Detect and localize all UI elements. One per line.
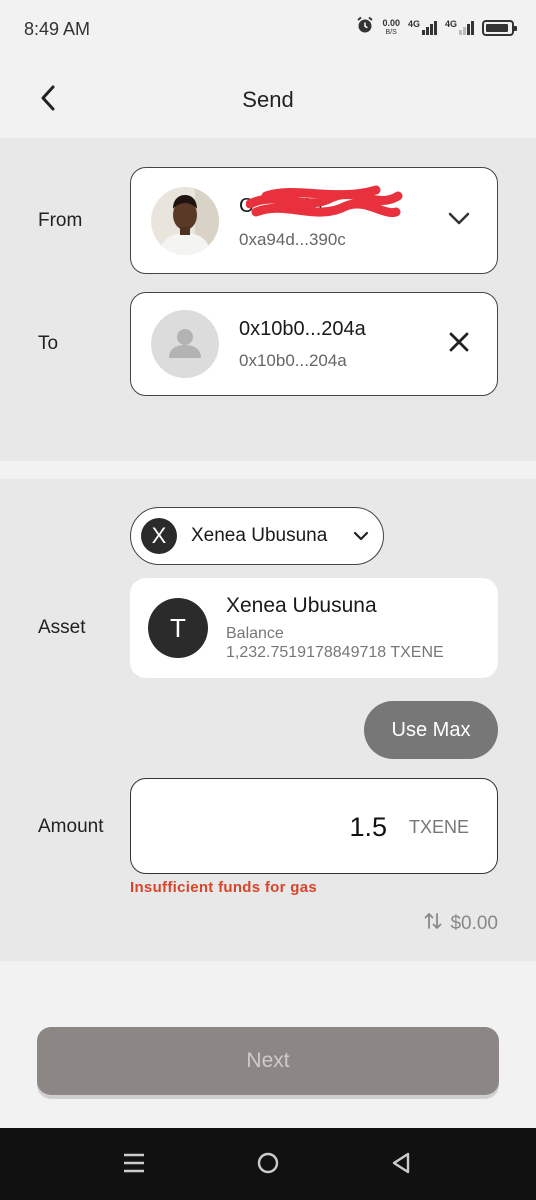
- amount-value: 1.5: [349, 812, 387, 842]
- signal-strength-icon-2: 4G: [444, 18, 474, 35]
- balance-value: 1,232.7519178849718 TXENE: [226, 644, 444, 661]
- network-speed: 0.00 B/S: [382, 17, 400, 37]
- asset-label: Asset: [38, 617, 86, 638]
- accounts-section: From C 24... 0xa94d...390c To 0x10b0...2…: [0, 138, 536, 461]
- chevron-down-icon: [448, 212, 470, 231]
- header: Send: [0, 62, 536, 138]
- menu-button[interactable]: [117, 1148, 151, 1182]
- battery-icon: [482, 19, 517, 36]
- amount-input[interactable]: 1.5 TXENE: [130, 778, 498, 874]
- system-navbar: [0, 1128, 536, 1200]
- page-title: Send: [242, 87, 294, 112]
- alarm-icon: [356, 16, 374, 39]
- network-speed-unit: B/S: [385, 28, 397, 36]
- amount-label: Amount: [38, 816, 104, 837]
- asset-name: Xenea Ubusuna: [226, 594, 377, 617]
- to-label: To: [38, 333, 59, 354]
- amount-unit: TXENE: [408, 817, 469, 837]
- fiat-conversion[interactable]: $0.00: [424, 911, 498, 937]
- to-recipient-address: 0x10b0...204a: [239, 351, 347, 370]
- use-max-button[interactable]: Use Max: [364, 701, 498, 759]
- error-message: Insufficient funds for gas: [130, 879, 317, 896]
- clear-recipient-button[interactable]: [443, 328, 475, 360]
- status-time: 8:49 AM: [24, 19, 91, 39]
- swap-arrows-icon: [424, 911, 442, 937]
- close-icon: [448, 331, 470, 358]
- network-speed-value: 0.00: [382, 17, 400, 28]
- home-circle-icon: [256, 1151, 280, 1180]
- chevron-down-icon: [353, 528, 369, 546]
- redaction-scribble: [246, 185, 403, 218]
- balance-label: Balance: [226, 625, 284, 642]
- to-recipient-name: 0x10b0...204a: [239, 318, 366, 340]
- signal-strength-icon: 4G: [407, 18, 437, 35]
- home-button[interactable]: [251, 1148, 285, 1182]
- triangle-back-icon: [391, 1152, 411, 1179]
- from-account-selector[interactable]: C 24... 0xa94d...390c: [130, 167, 498, 274]
- asset-selector-label: Xenea Ubusuna: [191, 525, 328, 546]
- from-dropdown-button[interactable]: [443, 205, 475, 237]
- asset-section: X Xenea Ubusuna Asset T Xenea Ubusuna Ba…: [0, 479, 536, 961]
- signal-label: 4G: [407, 18, 420, 29]
- person-icon: [151, 310, 219, 378]
- status-bar: 8:49 AM 0.00 B/S 4G 4G: [0, 0, 536, 62]
- token-icon: X: [141, 518, 177, 554]
- menu-icon: [123, 1153, 145, 1178]
- avatar: [151, 187, 219, 255]
- to-recipient-card[interactable]: 0x10b0...204a 0x10b0...204a: [130, 292, 498, 396]
- status-icons: 0.00 B/S 4G 4G: [356, 16, 517, 39]
- token-avatar: T: [148, 598, 208, 658]
- signal-label-2: 4G: [444, 18, 457, 29]
- next-button[interactable]: Next: [37, 1027, 499, 1095]
- fiat-value: $0.00: [450, 913, 498, 934]
- back-nav-button[interactable]: [384, 1148, 418, 1182]
- from-label: From: [38, 210, 83, 231]
- asset-selector-dropdown[interactable]: X Xenea Ubusuna: [130, 507, 384, 565]
- from-account-address: 0xa94d...390c: [239, 230, 346, 249]
- asset-card: T Xenea Ubusuna Balance 1,232.7519178849…: [130, 578, 498, 678]
